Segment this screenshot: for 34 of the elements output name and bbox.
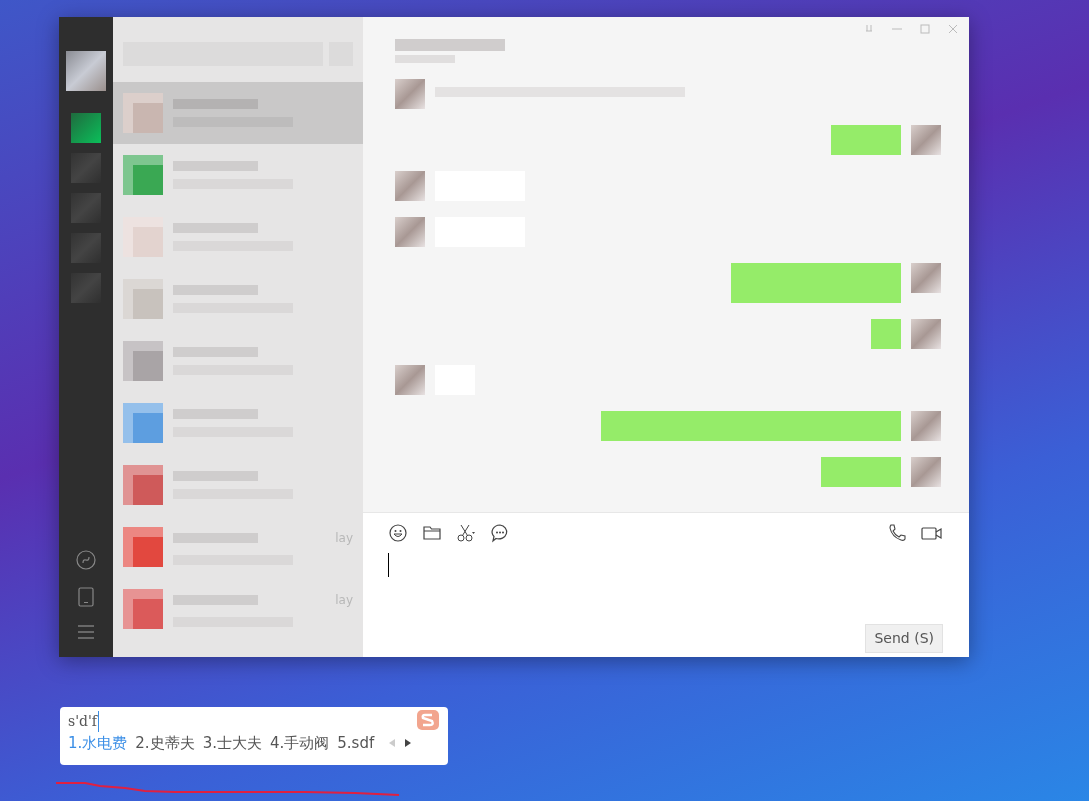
avatar-placeholder — [911, 125, 941, 155]
scissors-icon[interactable] — [456, 523, 476, 543]
mini-programs-icon[interactable] — [76, 550, 96, 570]
emoji-icon[interactable] — [388, 523, 408, 543]
avatar-placeholder — [395, 217, 425, 247]
blurred-message — [871, 319, 901, 349]
avatar-placeholder — [911, 263, 941, 293]
phone-call-icon[interactable] — [887, 523, 907, 543]
ime-candidate[interactable]: 2.史蒂夫 — [135, 732, 195, 755]
avatar-placeholder — [395, 171, 425, 201]
close-icon[interactable] — [947, 23, 959, 35]
avatar-placeholder — [395, 79, 425, 109]
text-cursor — [388, 553, 389, 577]
chat-nav-icon[interactable] — [71, 113, 101, 143]
avatar-placeholder — [911, 411, 941, 441]
menu-icon[interactable] — [77, 624, 95, 640]
pin-icon[interactable] — [863, 23, 875, 35]
avatar-placeholder — [911, 457, 941, 487]
ime-candidate[interactable]: 3.士大夫 — [202, 732, 262, 755]
ime-input-text: s'd'f — [68, 711, 100, 732]
profile-avatar-placeholder[interactable] — [66, 51, 106, 91]
blurred-message — [831, 125, 901, 155]
ime-candidate[interactable]: 5.sdf — [337, 732, 375, 755]
avatar-placeholder — [911, 319, 941, 349]
ime-candidate[interactable]: 4.手动阀 — [269, 732, 330, 755]
ime-candidate[interactable]: 1.水电费 — [68, 732, 128, 755]
avatar-placeholder — [395, 365, 425, 395]
chat-list-item[interactable] — [113, 82, 363, 144]
maximize-icon[interactable] — [919, 23, 931, 35]
chat-bubble-icon[interactable] — [490, 523, 510, 543]
send-button[interactable]: Send (S) — [865, 624, 943, 653]
phone-icon[interactable] — [78, 587, 94, 607]
next-arrow-icon[interactable] — [404, 738, 413, 749]
folder-icon[interactable] — [422, 523, 442, 543]
